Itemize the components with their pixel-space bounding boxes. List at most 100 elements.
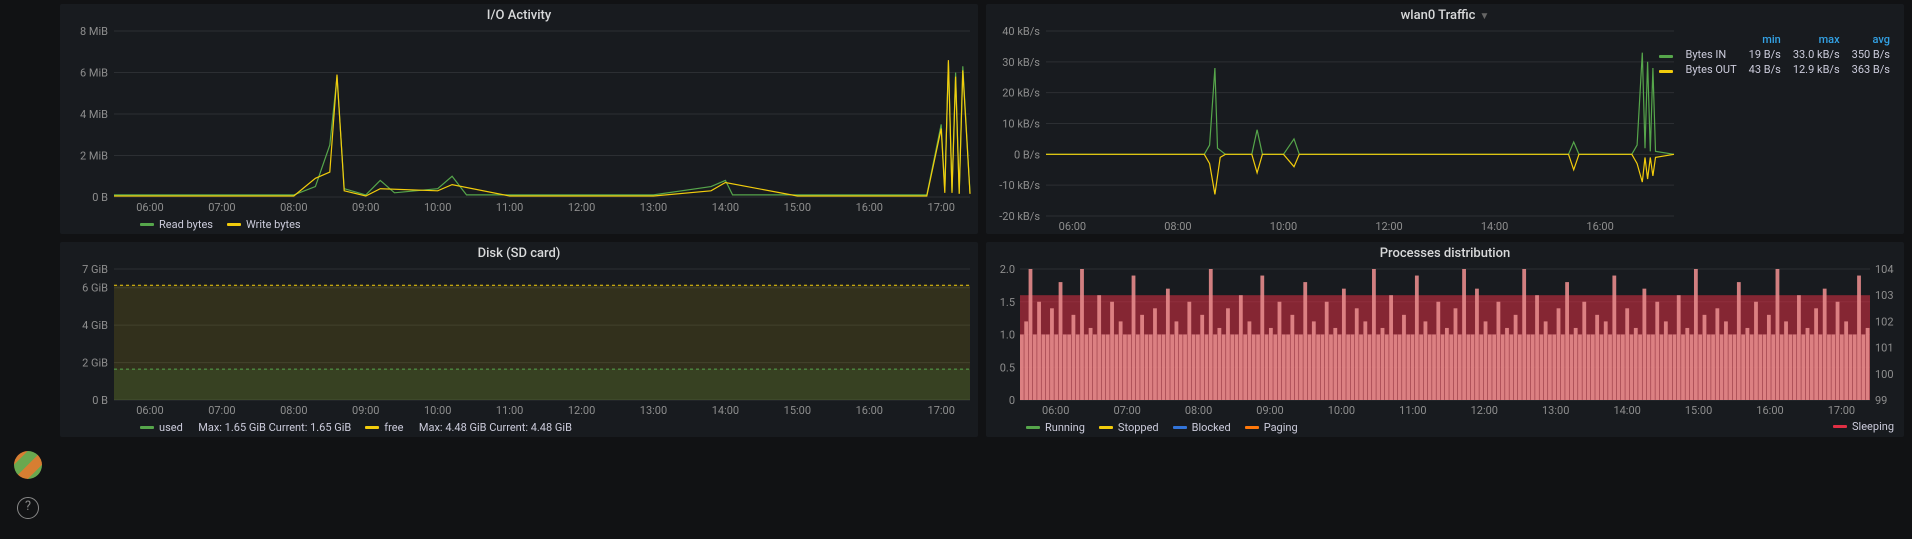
svg-text:17:00: 17:00 (928, 404, 955, 417)
svg-text:4 MiB: 4 MiB (80, 108, 108, 121)
svg-text:07:00: 07:00 (1113, 404, 1140, 417)
legend-sleeping[interactable]: Sleeping (1833, 420, 1894, 433)
chart-processes[interactable]: 00.51.01.52.09910010110210310406:0007:00… (986, 265, 1904, 418)
swatch-read (140, 223, 154, 226)
svg-text:10:00: 10:00 (1270, 220, 1297, 233)
panel-title[interactable]: Disk (SD card) (60, 242, 978, 265)
svg-text:11:00: 11:00 (496, 201, 523, 214)
svg-text:12:00: 12:00 (568, 404, 595, 417)
svg-text:06:00: 06:00 (1059, 220, 1086, 233)
svg-text:2 GiB: 2 GiB (82, 357, 108, 370)
svg-text:13:00: 13:00 (640, 201, 667, 214)
legend-label[interactable]: free (384, 421, 403, 434)
legend-row-in[interactable]: Bytes IN 19 B/s33.0 kB/s350 B/s (1653, 47, 1896, 62)
svg-text:99: 99 (1875, 394, 1887, 407)
svg-text:12:00: 12:00 (1471, 404, 1498, 417)
svg-text:2 MiB: 2 MiB (80, 150, 108, 163)
svg-text:102: 102 (1875, 315, 1894, 328)
legend-stats: Max: 1.65 GiB Current: 1.65 GiB (198, 421, 351, 434)
svg-text:10 kB/s: 10 kB/s (1002, 118, 1040, 131)
legend: used Max: 1.65 GiB Current: 1.65 GiB fre… (60, 418, 978, 437)
svg-text:30 kB/s: 30 kB/s (1002, 56, 1040, 69)
legend-label[interactable]: Read bytes (159, 218, 213, 231)
svg-text:14:00: 14:00 (1613, 404, 1640, 417)
svg-text:8 MiB: 8 MiB (80, 27, 108, 38)
svg-text:15:00: 15:00 (784, 201, 811, 214)
svg-text:6 MiB: 6 MiB (80, 67, 108, 80)
svg-text:08:00: 08:00 (1185, 404, 1212, 417)
svg-text:08:00: 08:00 (1164, 220, 1191, 233)
svg-text:09:00: 09:00 (1256, 404, 1283, 417)
svg-text:10:00: 10:00 (1328, 404, 1355, 417)
svg-text:16:00: 16:00 (1756, 404, 1783, 417)
svg-text:09:00: 09:00 (352, 201, 379, 214)
svg-text:08:00: 08:00 (280, 201, 307, 214)
svg-text:1.5: 1.5 (1000, 296, 1015, 309)
svg-text:14:00: 14:00 (712, 404, 739, 417)
svg-text:0 B: 0 B (92, 394, 108, 407)
legend: Running Stopped Blocked Paging (986, 418, 1904, 437)
svg-text:7 GiB: 7 GiB (82, 265, 108, 276)
chevron-down-icon[interactable]: ▼ (1479, 11, 1489, 22)
swatch-write (227, 223, 241, 226)
svg-text:06:00: 06:00 (1042, 404, 1069, 417)
chart-disk[interactable]: 0 B 2 GiB 4 GiB 6 GiB 7 GiB 06:00 07:00 08:00 09… (60, 265, 978, 418)
svg-text:0 B: 0 B (92, 191, 108, 204)
svg-text:15:00: 15:00 (1685, 404, 1712, 417)
svg-text:104: 104 (1875, 265, 1894, 276)
legend-label[interactable]: Stopped (1118, 421, 1159, 434)
svg-text:6 GiB: 6 GiB (82, 282, 108, 295)
svg-text:12:00: 12:00 (568, 201, 595, 214)
svg-text:40 kB/s: 40 kB/s (1002, 27, 1040, 38)
svg-text:06:00: 06:00 (136, 404, 163, 417)
svg-text:-20 kB/s: -20 kB/s (999, 210, 1040, 223)
legend: Read bytes Write bytes (60, 215, 978, 234)
panel-processes: Processes distribution 00.51.01.52.09910… (986, 242, 1904, 437)
svg-text:100: 100 (1875, 368, 1894, 381)
legend-label[interactable]: Paging (1264, 421, 1298, 434)
svg-text:0 B/s: 0 B/s (1014, 148, 1040, 161)
svg-text:14:00: 14:00 (712, 201, 739, 214)
svg-text:101: 101 (1875, 342, 1894, 355)
svg-text:0: 0 (1009, 394, 1015, 407)
legend-label[interactable]: Running (1045, 421, 1085, 434)
svg-text:17:00: 17:00 (928, 201, 955, 214)
svg-text:13:00: 13:00 (640, 404, 667, 417)
svg-text:09:00: 09:00 (352, 404, 379, 417)
panel-wlan-traffic: wlan0 Traffic▼ -20 kB/s -10 kB/s 0 B/s 10 k… (986, 4, 1904, 234)
svg-text:14:00: 14:00 (1481, 220, 1508, 233)
svg-text:-10 kB/s: -10 kB/s (999, 179, 1040, 192)
legend-label[interactable]: Write bytes (246, 218, 301, 231)
svg-text:16:00: 16:00 (1586, 220, 1613, 233)
panel-io-activity: I/O Activity 0 B 2 MiB 4 MiB 6 MiB 8 MiB 06:0… (60, 4, 978, 234)
panel-disk: Disk (SD card) 0 B 2 GiB 4 GiB 6 GiB 7 GiB 06… (60, 242, 978, 437)
svg-text:11:00: 11:00 (1399, 404, 1426, 417)
svg-text:13:00: 13:00 (1542, 404, 1569, 417)
svg-text:1.0: 1.0 (1000, 329, 1015, 342)
help-icon[interactable]: ? (17, 497, 39, 519)
svg-text:07:00: 07:00 (208, 201, 235, 214)
panel-title[interactable]: wlan0 Traffic▼ (986, 4, 1904, 27)
svg-text:08:00: 08:00 (280, 404, 307, 417)
svg-text:10:00: 10:00 (424, 201, 451, 214)
svg-text:0.5: 0.5 (1000, 361, 1015, 374)
svg-text:17:00: 17:00 (1828, 404, 1855, 417)
svg-text:07:00: 07:00 (208, 404, 235, 417)
svg-text:12:00: 12:00 (1375, 220, 1402, 233)
svg-text:10:00: 10:00 (424, 404, 451, 417)
svg-text:4 GiB: 4 GiB (82, 319, 108, 332)
svg-text:16:00: 16:00 (856, 404, 883, 417)
panel-title[interactable]: Processes distribution (986, 242, 1904, 265)
avatar[interactable] (14, 451, 42, 479)
legend-label[interactable]: Blocked (1192, 421, 1231, 434)
legend-label[interactable]: used (159, 421, 183, 434)
panel-title[interactable]: I/O Activity (60, 4, 978, 27)
svg-text:20 kB/s: 20 kB/s (1002, 87, 1040, 100)
legend-table: minmaxavg Bytes IN 19 B/s33.0 kB/s350 B/… (1653, 32, 1896, 77)
legend-stats: Max: 4.48 GiB Current: 4.48 GiB (419, 421, 572, 434)
svg-text:15:00: 15:00 (784, 404, 811, 417)
svg-text:06:00: 06:00 (136, 201, 163, 214)
svg-text:16:00: 16:00 (856, 201, 883, 214)
chart-io[interactable]: 0 B 2 MiB 4 MiB 6 MiB 8 MiB 06:00 07:00 08:00 09… (60, 27, 978, 215)
legend-row-out[interactable]: Bytes OUT 43 B/s12.9 kB/s363 B/s (1653, 62, 1896, 77)
